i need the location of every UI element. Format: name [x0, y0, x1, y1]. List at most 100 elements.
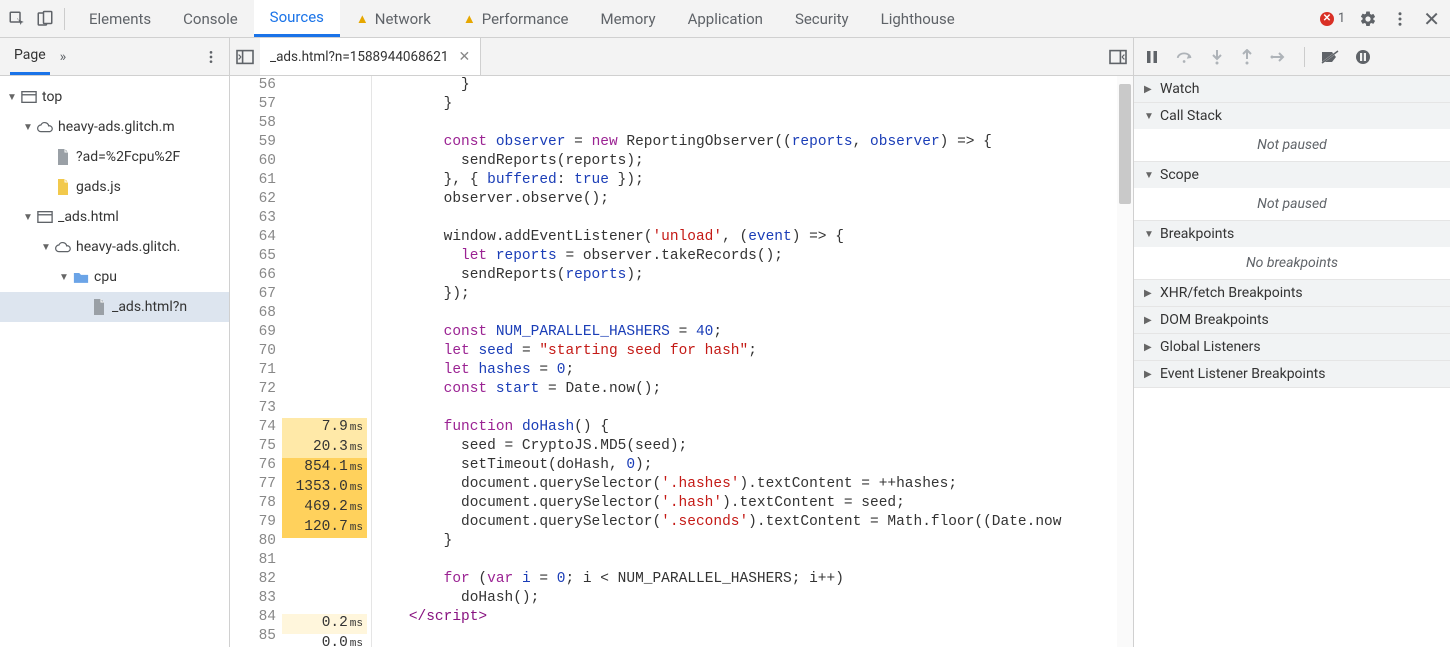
- code-line: sendReports(reports);: [374, 266, 1133, 285]
- code-editor[interactable]: 5657585960616263646566676869707172737475…: [230, 76, 1133, 647]
- line-number[interactable]: 74: [230, 418, 276, 437]
- tree-item[interactable]: ▼_ads.html: [0, 202, 229, 232]
- line-number[interactable]: 80: [230, 532, 276, 551]
- line-number[interactable]: 62: [230, 190, 276, 209]
- line-number[interactable]: 78: [230, 494, 276, 513]
- step-out-icon[interactable]: [1240, 49, 1254, 65]
- deactivate-breakpoints-icon[interactable]: [1321, 49, 1339, 65]
- tree-item[interactable]: ▼heavy-ads.glitch.: [0, 232, 229, 262]
- devtools-tab-network[interactable]: ▲Network: [340, 0, 447, 37]
- devtools-tab-lighthouse[interactable]: Lighthouse: [865, 0, 971, 37]
- line-number[interactable]: 85: [230, 627, 276, 646]
- line-number[interactable]: 79: [230, 513, 276, 532]
- debug-section-header[interactable]: ▶Global Listeners: [1134, 334, 1450, 360]
- settings-icon[interactable]: [1359, 10, 1377, 28]
- tree-item-label: ?ad=%2Fcpu%2F: [76, 149, 180, 165]
- main-row: Page » ▼top▼heavy-ads.glitch.m ?ad=%2Fcpu…: [0, 38, 1450, 647]
- tab-label: Application: [688, 10, 763, 28]
- tree-item[interactable]: gads.js: [0, 172, 229, 202]
- line-number[interactable]: 65: [230, 247, 276, 266]
- line-number[interactable]: 61: [230, 171, 276, 190]
- navigator-tab-page[interactable]: Page: [10, 38, 50, 75]
- close-tab-icon[interactable]: ✕: [458, 49, 470, 65]
- tree-item[interactable]: _ads.html?n: [0, 292, 229, 322]
- code-line: setTimeout(doHash, 0);: [374, 456, 1133, 475]
- line-number[interactable]: 66: [230, 266, 276, 285]
- line-number[interactable]: 59: [230, 133, 276, 152]
- debug-section-header[interactable]: ▶Watch: [1134, 76, 1450, 102]
- timing-value: [282, 557, 367, 576]
- tab-label: Performance: [482, 10, 569, 28]
- debug-section-header[interactable]: ▶DOM Breakpoints: [1134, 307, 1450, 333]
- devtools-tab-security[interactable]: Security: [779, 0, 865, 37]
- debug-section-header[interactable]: ▶Event Listener Breakpoints: [1134, 361, 1450, 387]
- timing-value: [282, 171, 367, 190]
- editor-scrollbar[interactable]: [1117, 76, 1133, 647]
- line-number[interactable]: 84: [230, 608, 276, 627]
- code-line: document.querySelector('.seconds').textC…: [374, 513, 1133, 532]
- cloud-icon: [36, 121, 54, 134]
- device-toolbar-icon[interactable]: [36, 10, 54, 28]
- kebab-menu-icon[interactable]: [1391, 10, 1409, 28]
- step-icon[interactable]: [1270, 49, 1288, 65]
- timing-value: [282, 595, 367, 614]
- tree-item[interactable]: ▼heavy-ads.glitch.m: [0, 112, 229, 142]
- line-number[interactable]: 77: [230, 475, 276, 494]
- line-number[interactable]: 57: [230, 95, 276, 114]
- close-devtools-icon[interactable]: ✕: [1423, 7, 1440, 31]
- devtools-tab-performance[interactable]: ▲Performance: [447, 0, 585, 37]
- debug-section-header[interactable]: ▼Call Stack: [1134, 103, 1450, 129]
- devtools-tab-memory[interactable]: Memory: [585, 0, 672, 37]
- code-line: [374, 114, 1133, 133]
- devtools-tab-elements[interactable]: Elements: [73, 0, 167, 37]
- line-number[interactable]: 67: [230, 285, 276, 304]
- line-number[interactable]: 68: [230, 304, 276, 323]
- line-number[interactable]: 71: [230, 361, 276, 380]
- line-number[interactable]: 82: [230, 570, 276, 589]
- line-number[interactable]: 64: [230, 228, 276, 247]
- line-number[interactable]: 76: [230, 456, 276, 475]
- line-number[interactable]: 72: [230, 380, 276, 399]
- tab-label: Elements: [89, 10, 151, 28]
- pause-on-exceptions-icon[interactable]: [1355, 49, 1371, 65]
- line-number[interactable]: 60: [230, 152, 276, 171]
- error-indicator[interactable]: ✕ 1: [1320, 11, 1345, 26]
- line-number[interactable]: 69: [230, 323, 276, 342]
- debug-section-header[interactable]: ▼Breakpoints: [1134, 221, 1450, 247]
- tree-item[interactable]: ?ad=%2Fcpu%2F: [0, 142, 229, 172]
- step-into-icon[interactable]: [1210, 49, 1224, 65]
- chevron-down-icon: ▼: [1144, 229, 1154, 240]
- timing-value: [282, 228, 367, 247]
- tree-item[interactable]: ▼top: [0, 82, 229, 112]
- debug-section-header[interactable]: ▶XHR/fetch Breakpoints: [1134, 280, 1450, 306]
- line-number[interactable]: 63: [230, 209, 276, 228]
- more-tabs-icon[interactable]: »: [60, 49, 67, 65]
- scroll-thumb[interactable]: [1119, 84, 1131, 204]
- step-over-icon[interactable]: [1176, 49, 1194, 65]
- line-number[interactable]: 58: [230, 114, 276, 133]
- debug-section-header[interactable]: ▼Scope: [1134, 162, 1450, 188]
- tree-item-label: cpu: [94, 269, 117, 285]
- devtools-tab-console[interactable]: Console: [167, 0, 254, 37]
- devtools-tab-application[interactable]: Application: [672, 0, 779, 37]
- navigator-menu-icon[interactable]: [203, 49, 219, 65]
- tree-item-label: _ads.html?n: [112, 299, 187, 315]
- line-number[interactable]: 81: [230, 551, 276, 570]
- timing-value: [282, 576, 367, 595]
- devtools-tab-sources[interactable]: Sources: [254, 0, 340, 37]
- line-number[interactable]: 75: [230, 437, 276, 456]
- editor-nav-icon[interactable]: [230, 49, 260, 65]
- line-number[interactable]: 56: [230, 76, 276, 95]
- inspect-icon[interactable]: [8, 10, 26, 28]
- line-number[interactable]: 73: [230, 399, 276, 418]
- line-number[interactable]: 70: [230, 342, 276, 361]
- tree-item[interactable]: ▼cpu: [0, 262, 229, 292]
- chevron-right-icon: ▶: [1144, 288, 1154, 299]
- editor-tab[interactable]: _ads.html?n=1588944068621 ✕: [260, 38, 481, 75]
- code-line: observer.observe();: [374, 190, 1133, 209]
- tabs-left-controls: [0, 0, 73, 37]
- pause-icon[interactable]: [1144, 49, 1160, 65]
- editor-nav-right-icon[interactable]: [1103, 49, 1133, 65]
- line-number[interactable]: 83: [230, 589, 276, 608]
- timing-value: [282, 323, 367, 342]
